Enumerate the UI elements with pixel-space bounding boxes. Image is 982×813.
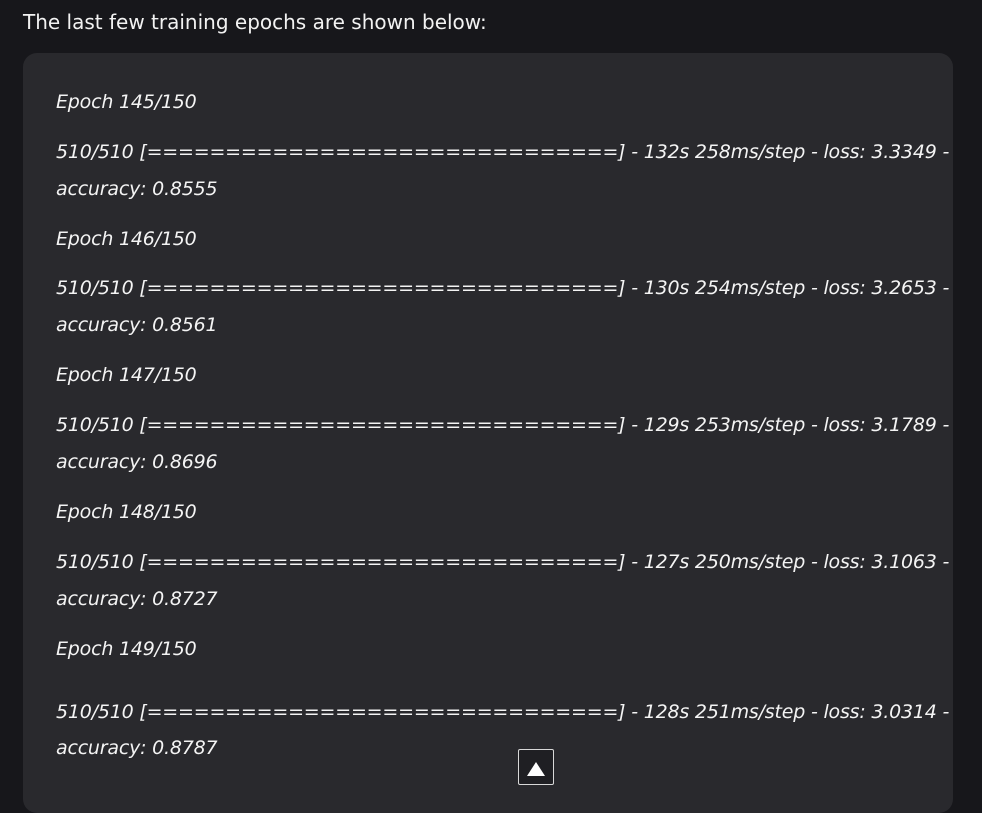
log-line-accuracy-148: accuracy: 0.8727 <box>56 588 218 610</box>
log-line-progress-148: 510/510 [==============================]… <box>56 551 950 573</box>
log-line-progress-146: 510/510 [==============================]… <box>56 277 950 299</box>
log-line-progress-147: 510/510 [==============================]… <box>56 414 950 436</box>
log-line-accuracy-146: accuracy: 0.8561 <box>56 314 218 336</box>
log-line-accuracy-145: accuracy: 0.8555 <box>56 178 218 200</box>
arrow-up-icon <box>527 762 545 776</box>
log-line-progress-145: 510/510 [==============================]… <box>56 141 950 163</box>
log-line-epoch-148: Epoch 148/150 <box>56 501 197 523</box>
log-line-epoch-147: Epoch 147/150 <box>56 364 197 386</box>
intro-text: The last few training epochs are shown b… <box>23 10 487 34</box>
log-line-progress-149: 510/510 [==============================]… <box>56 701 950 723</box>
log-line-epoch-149: Epoch 149/150 <box>56 638 197 660</box>
scroll-up-button[interactable] <box>518 749 554 785</box>
log-line-epoch-145: Epoch 145/150 <box>56 91 197 113</box>
log-line-accuracy-147: accuracy: 0.8696 <box>56 451 218 473</box>
log-line-epoch-146: Epoch 146/150 <box>56 228 197 250</box>
training-log-panel: Epoch 145/150 510/510 [=================… <box>23 53 953 813</box>
log-line-accuracy-149: accuracy: 0.8787 <box>56 737 218 759</box>
